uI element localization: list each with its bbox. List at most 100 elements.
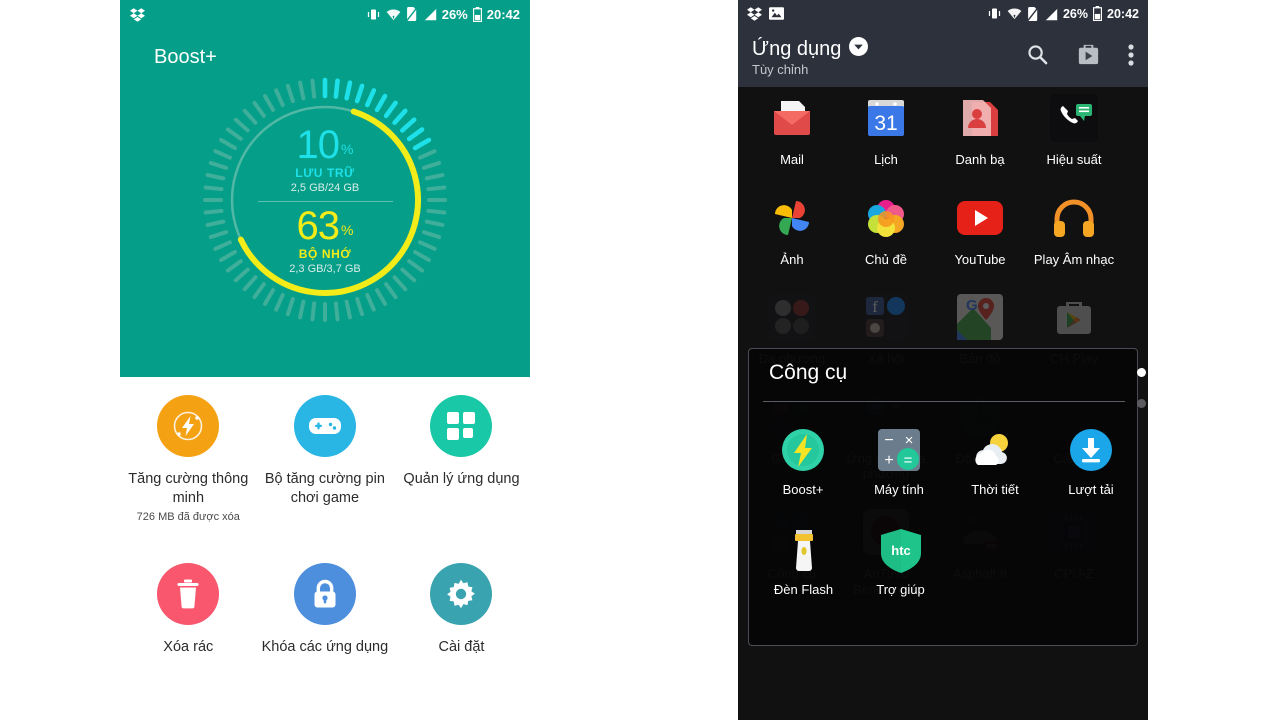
search-icon[interactable]	[1026, 43, 1049, 71]
svg-text:+: +	[884, 452, 893, 469]
gamepad-icon[interactable]	[293, 395, 356, 457]
feature-tile-5[interactable]: Cài đặt	[393, 563, 530, 657]
feature-tile-label: Tăng cường thông minh	[128, 471, 249, 506]
app-drawer-action-bar: Ứng dụng Tùy chỉnh	[738, 27, 1148, 87]
right-phone-screenshot: 26% 20:42 Ứng dụng Tùy chỉnh Mail 31 Lịc…	[738, 0, 1148, 720]
left-status-bar: 26% 20:42	[120, 0, 530, 28]
feature-tile-label: Khóa các ứng dụng	[261, 639, 389, 656]
sd-off-icon	[406, 7, 418, 21]
app-icon-ảnh[interactable]: Ảnh	[745, 192, 839, 268]
tools-folder-overlay[interactable]: Công cụ Boost+ − × + = Máy tính Thời tiết Lượt …	[748, 348, 1138, 646]
tile-row: Xóa rác Khóa các ứng dụng Cài đặt	[120, 563, 530, 657]
action-bar-titles[interactable]: Ứng dụng Tùy chỉnh	[752, 37, 869, 77]
folder-app-trợ-giúp[interactable]: htc Trợ giúp	[852, 525, 949, 597]
mail-icon[interactable]	[766, 92, 818, 144]
wifi-icon	[1007, 7, 1022, 20]
app-label: Ảnh	[780, 251, 804, 267]
feature-tile-grid: Tăng cường thông minh 726 MB đã được xóa B…	[120, 395, 530, 657]
calendar-31-icon[interactable]: 31	[860, 92, 912, 144]
play-store-icon[interactable]	[1075, 41, 1102, 73]
svg-text:−: −	[884, 432, 893, 449]
app-icon-hiệu-suất[interactable]: Hiệu suất	[1027, 92, 1121, 168]
downloads-icon[interactable]	[1066, 425, 1116, 475]
app-icon-lịch[interactable]: 31 Lịch	[839, 92, 933, 168]
drawer-title: Ứng dụng	[752, 37, 842, 60]
memory-detail: 2,3 GB/3,7 GB	[289, 262, 361, 275]
gear-icon[interactable]	[430, 563, 493, 626]
right-status-bar: 26% 20:42	[738, 0, 1148, 27]
svg-text:f: f	[872, 299, 878, 316]
svg-text:G: G	[966, 297, 978, 314]
lock-icon[interactable]	[293, 563, 356, 626]
memory-label: BỘ NHỚ	[298, 246, 352, 261]
app-label: Mail	[780, 152, 804, 167]
feature-tile-2[interactable]: Quản lý ứng dụng	[393, 395, 530, 523]
signal-off-icon	[1044, 6, 1058, 21]
app-label: Lịch	[874, 152, 898, 167]
app-icon-youtube[interactable]: YouTube	[933, 192, 1027, 268]
youtube-icon[interactable]	[954, 192, 1006, 244]
clock: 20:42	[1107, 6, 1139, 21]
folder-app-đèn-flash[interactable]: Đèn Flash	[755, 525, 852, 597]
social-folder-icon[interactable]: f	[860, 291, 912, 343]
productivity-folder-icon[interactable]	[1048, 92, 1100, 144]
vibrate-icon	[366, 8, 381, 21]
htc-help-icon[interactable]: htc	[876, 525, 926, 575]
calculator-icon[interactable]: − × + =	[874, 425, 924, 475]
page-dot-0[interactable]	[1137, 368, 1146, 377]
play-store-icon[interactable]	[1048, 291, 1100, 343]
memory-percent: 63	[296, 203, 340, 248]
folder-app-grid: Boost+ − × + = Máy tính Thời tiết Lượt tải Đèn F…	[749, 425, 1139, 597]
folder-app-label: Thời tiết	[971, 482, 1019, 497]
app-icon-play-âm-nhạc[interactable]: Play Âm nhạc	[1027, 192, 1121, 268]
page-indicator[interactable]	[1137, 368, 1146, 408]
storage-percent: 10	[296, 122, 340, 167]
wifi-icon	[386, 8, 401, 21]
app-icon-mail[interactable]: Mail	[745, 92, 839, 168]
gauge-readouts: 10 % LƯU TRỮ 2,5 GB/24 GB 63 % BỘ NHỚ 2,…	[200, 75, 450, 325]
folder-app-label: Boost+	[782, 482, 824, 497]
folder-app-label: Đèn Flash	[773, 582, 834, 597]
boost-bolt-icon[interactable]	[157, 395, 220, 457]
weather-icon[interactable]	[970, 425, 1020, 475]
feature-tile-0[interactable]: Tăng cường thông minh 726 MB đã được xóa	[120, 395, 257, 523]
app-row: Ảnh Chủ đề YouTube Play Âm nhạc	[738, 192, 1148, 268]
chevron-down-icon[interactable]	[849, 37, 869, 61]
folder-app-thời-tiết[interactable]: Thời tiết	[947, 425, 1043, 497]
folder-app-máy-tính[interactable]: − × + = Máy tính	[851, 425, 947, 497]
storage-readout: 10 % LƯU TRỮ 2,5 GB/24 GB	[290, 122, 360, 194]
memory-percent-symbol: %	[341, 222, 354, 239]
app-label: Play Âm nhạc	[1033, 251, 1115, 267]
folder-app-row: Đèn Flash htc Trợ giúp	[749, 525, 1139, 597]
feature-tile-label: Quản lý ứng dụng	[403, 471, 520, 487]
folder-app-boost-[interactable]: Boost+	[755, 425, 851, 497]
overflow-menu-icon[interactable]	[1128, 43, 1134, 71]
dropbox-icon	[747, 6, 762, 21]
feature-tile-4[interactable]: Khóa các ứng dụng	[257, 563, 394, 657]
app-icon-danh-bạ[interactable]: Danh bạ	[933, 92, 1027, 168]
feature-tile-3[interactable]: Xóa rác	[120, 563, 257, 657]
boost-summary-card: 26% 20:42 Boost+ 10 % LƯU TRỮ 2,5 GB/24 …	[120, 0, 530, 377]
folder-app-lượt-tải[interactable]: Lượt tải	[1043, 425, 1139, 497]
storage-label: LƯU TRỮ	[295, 165, 355, 180]
feature-tile-sublabel: 726 MB đã được xóa	[136, 511, 240, 524]
trash-icon[interactable]	[157, 563, 220, 626]
contacts-icon[interactable]	[954, 92, 1006, 144]
page-dot-1[interactable]	[1137, 399, 1146, 408]
feature-tile-1[interactable]: Bộ tăng cường pin chơi game	[257, 395, 394, 523]
folder-title: Công cụ	[769, 361, 848, 384]
themes-icon[interactable]	[860, 192, 912, 244]
google-photos-icon[interactable]	[766, 192, 818, 244]
storage-detail: 2,5 GB/24 GB	[290, 181, 360, 194]
svg-text:=: =	[904, 452, 913, 469]
maps-icon[interactable]: G	[954, 291, 1006, 343]
app-icon-chủ-đề[interactable]: Chủ đề	[839, 192, 933, 268]
app-grid-icon[interactable]	[430, 395, 493, 457]
battery-icon	[472, 6, 482, 22]
boost-plus-icon[interactable]	[778, 425, 828, 475]
flashlight-icon[interactable]	[779, 525, 829, 575]
play-music-icon[interactable]	[1048, 192, 1100, 244]
svg-text:31: 31	[874, 112, 897, 135]
multimedia-folder-icon[interactable]	[766, 291, 818, 343]
drawer-subtitle: Tùy chỉnh	[752, 62, 809, 77]
